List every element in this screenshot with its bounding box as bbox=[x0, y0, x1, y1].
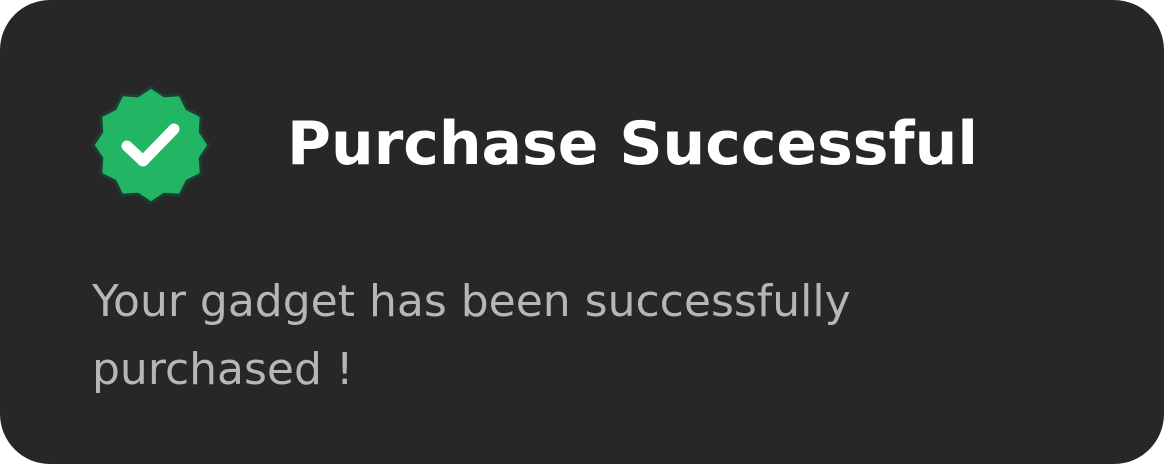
toast-message: Your gadget has been successfully purcha… bbox=[92, 276, 851, 395]
verified-check-badge-icon bbox=[90, 84, 212, 206]
toast-title: Purchase Successful bbox=[287, 109, 978, 179]
purchase-success-toast: Purchase Successful Your gadget has been… bbox=[0, 0, 1164, 464]
